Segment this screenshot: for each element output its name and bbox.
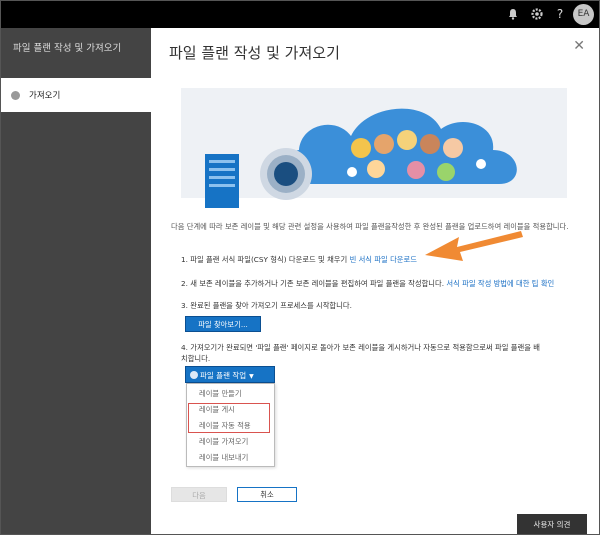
highlight-box	[188, 403, 270, 433]
browse-files-button[interactable]: 파일 찾아보기...	[185, 316, 261, 332]
rail-item-import[interactable]: 가져오기	[1, 78, 151, 112]
help-icon[interactable]: ?	[553, 7, 567, 21]
hero-illustration	[181, 88, 567, 208]
step-4: 4. 가져오기가 완료되면 '파일 플랜' 페이지로 돌아가 보존 레이블을 게…	[181, 342, 541, 364]
step-2: 2. 새 보존 레이블을 추가하거나 기존 보존 레이블을 편집하여 파일 플랜…	[181, 278, 554, 289]
app-frame: ? EA 파일 플랜 작성 및 가져오기 가져오기 파일 플랜 작성 및 가져오…	[0, 0, 600, 535]
left-rail: 파일 플랜 작성 및 가져오기 가져오기	[1, 28, 151, 534]
gear-icon[interactable]	[530, 7, 544, 21]
menu-item-export-label[interactable]: 레이블 내보내기	[199, 453, 248, 463]
step-2-text: 2. 새 보존 레이블을 추가하거나 기존 보존 레이블을 편집하여 파일 플랜…	[181, 279, 447, 288]
step-1-text: 1. 파일 플랜 서식 파일(CSY 형식) 다운로드 및 채우기	[181, 255, 350, 264]
bell-icon[interactable]	[506, 7, 520, 21]
step-4-text: 4. 가져오기가 완료되면 '파일 플랜' 페이지로 돌아가 보존 레이블을 게…	[181, 343, 540, 363]
menu-item-import-label[interactable]: 레이블 가져오기	[199, 437, 248, 447]
step-3: 3. 완료된 플랜을 찾아 가져오기 프로세스를 시작합니다.	[181, 300, 352, 311]
rail-title: 파일 플랜 작성 및 가져오기	[13, 43, 122, 54]
orange-arrow-icon	[425, 231, 523, 261]
cancel-button[interactable]: 취소	[237, 487, 297, 502]
template-tips-link[interactable]: 서식 파일 작성 방법에 대한 팁 확인	[446, 279, 554, 288]
chevron-down-icon: ▼	[249, 373, 254, 380]
feedback-button[interactable]: 사용자 의견	[517, 514, 587, 534]
step-3-text: 3. 완료된 플랜을 찾아 가져오기 프로세스를 시작합니다.	[181, 301, 352, 310]
page-title: 파일 플랜 작성 및 가져오기	[169, 44, 340, 62]
step-dot-icon	[11, 91, 20, 100]
close-icon[interactable]: ✕	[573, 38, 585, 54]
top-bar: ? EA	[1, 1, 599, 28]
avatar[interactable]: EA	[573, 4, 594, 25]
rail-item-label: 가져오기	[29, 91, 61, 101]
file-plan-actions-label: 파일 플랜 작업	[200, 371, 247, 380]
next-button[interactable]: 다음	[171, 487, 227, 502]
download-template-link[interactable]: 빈 서식 파일 다운로드	[350, 255, 417, 264]
circle-icon	[190, 371, 198, 379]
menu-item-create-label[interactable]: 레이블 만들기	[199, 389, 242, 399]
file-plan-actions-button[interactable]: 파일 플랜 작업 ▼	[185, 366, 275, 383]
step-1: 1. 파일 플랜 서식 파일(CSY 형식) 다운로드 및 채우기 빈 서식 파…	[181, 254, 417, 265]
main-panel: 파일 플랜 작성 및 가져오기 ✕ 다음 단계에 따라 보존 레이블 및 해당	[151, 28, 599, 534]
